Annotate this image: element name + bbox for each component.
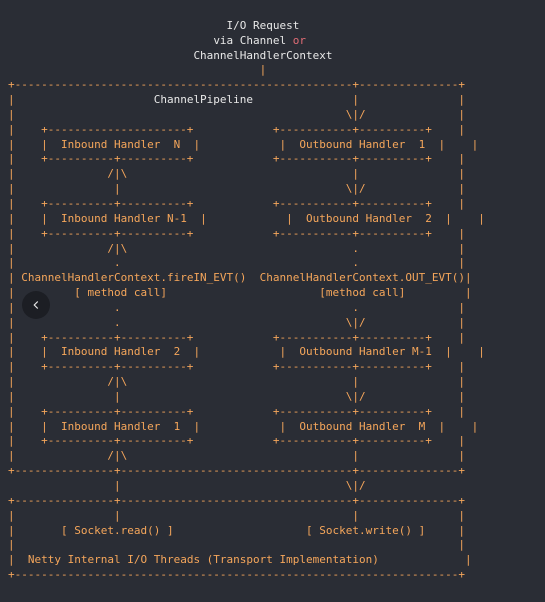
arrow-down-top: | bbox=[8, 63, 266, 76]
row-method: | [ method call] [method call] | bbox=[8, 286, 472, 299]
row-inbound-1: | | Inbound Handler 1 | | Outbound Handl… bbox=[8, 420, 478, 433]
row-socket: | [ Socket.read() ] [ Socket.write() ] | bbox=[8, 524, 465, 537]
row-inbound-2: | | Inbound Handler 2 | | Outbound Handl… bbox=[8, 345, 485, 358]
row-ctx: | ChannelHandlerContext.fireIN_EVT() Cha… bbox=[8, 271, 472, 284]
chevron-left-icon bbox=[29, 298, 43, 312]
top-border: +---------------------------------------… bbox=[8, 78, 465, 91]
header-line2: via Channel bbox=[8, 34, 293, 47]
row-inbound-n: | | Inbound Handler N | | Outbound Handl… bbox=[8, 138, 478, 151]
diagram-container: I/O Request via Channel or ChannelHandle… bbox=[0, 0, 545, 587]
row-inbound-n1: | | Inbound Handler N-1 | | Outbound Han… bbox=[8, 212, 485, 225]
back-button[interactable] bbox=[22, 291, 50, 319]
pipeline-title: ChannelPipeline bbox=[154, 93, 253, 106]
header-or: or bbox=[293, 34, 306, 47]
row-threads: | Netty Internal I/O Threads (Transport … bbox=[8, 553, 472, 566]
header-line1: I/O Request bbox=[8, 19, 299, 32]
header-line3: ChannelHandlerContext bbox=[8, 49, 333, 62]
